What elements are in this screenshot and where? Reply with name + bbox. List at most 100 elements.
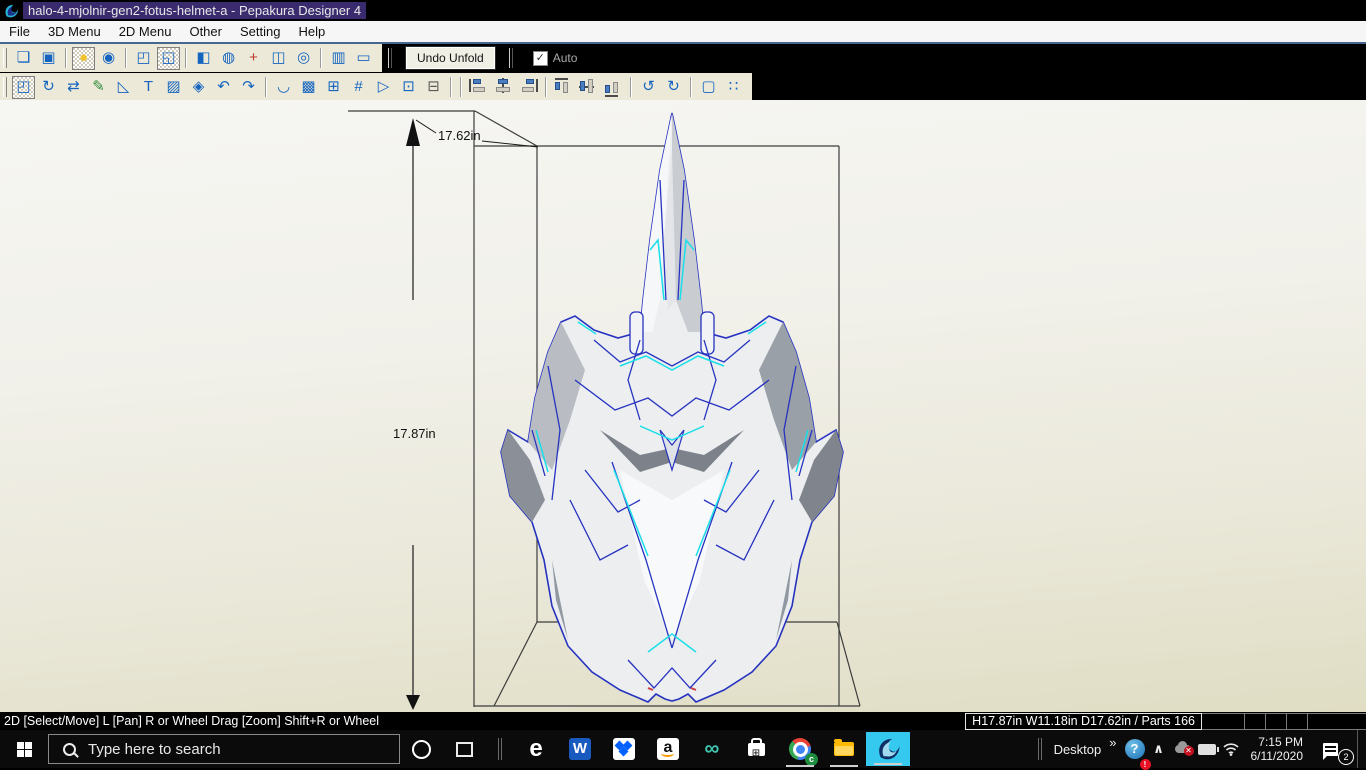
helmet-model[interactable]	[500, 112, 844, 703]
select-3d-icon[interactable]: ◰	[132, 47, 155, 70]
align-bottom-icon[interactable]	[602, 76, 625, 99]
taskbar-app-chrome[interactable]: c	[778, 730, 822, 768]
view-control-icon[interactable]: ◉	[97, 47, 120, 70]
status-cell	[1308, 712, 1366, 730]
start-button[interactable]	[0, 730, 48, 768]
paste-clipboard-icon[interactable]: ⊡	[397, 76, 420, 99]
arrange-parts-icon[interactable]: ⊞	[322, 76, 345, 99]
menu-setting[interactable]: Setting	[231, 22, 289, 41]
dropbox-icon	[613, 738, 635, 760]
depth-dimension-label: 17.62in	[438, 128, 481, 143]
select-pattern-icon[interactable]: ▩	[297, 76, 320, 99]
taskbar-grip	[498, 738, 502, 760]
align-center-vertical-icon[interactable]	[577, 76, 600, 99]
group-parts-icon[interactable]: ▢	[697, 76, 720, 99]
open-file-icon[interactable]: ❏	[12, 47, 35, 70]
align-top-icon[interactable]	[552, 76, 575, 99]
height-dimension-label: 17.87in	[393, 426, 436, 441]
desktop-toolbar[interactable]: Desktop »	[1054, 735, 1117, 757]
status-hint-text: 2D [Select/Move] L [Pan] R or Wheel Drag…	[4, 714, 380, 728]
light-render-toggle-icon[interactable]: ●	[72, 46, 95, 70]
page-number-icon[interactable]: #	[347, 76, 370, 99]
split-3d-2d-icon[interactable]: ◫	[267, 47, 290, 70]
menu-file[interactable]: File	[0, 22, 39, 41]
toolbar-separator	[265, 77, 267, 97]
desktop-toolbar-label[interactable]: Desktop	[1054, 742, 1102, 757]
image-tool-icon[interactable]: ▨	[162, 76, 185, 99]
window-title: halo-4-mjolnir-gen2-fotus-helmet-a - Pep…	[23, 2, 367, 19]
menu-help[interactable]: Help	[289, 22, 334, 41]
text-tool-icon[interactable]: T	[137, 76, 160, 99]
undo-unfold-button[interactable]: Undo Unfold	[405, 46, 496, 70]
taskbar-app-pepakura-active[interactable]	[866, 732, 910, 766]
action-center-button[interactable]: 2	[1313, 730, 1354, 768]
tray-grip	[1037, 738, 1042, 760]
menu-other[interactable]: Other	[180, 22, 231, 41]
menu-2d-menu[interactable]: 2D Menu	[110, 22, 181, 41]
show-desktop-button[interactable]	[1357, 730, 1366, 768]
export-page-icon[interactable]: ▷	[372, 76, 395, 99]
viewport-canvas[interactable]: 17.62in 17.87in	[0, 100, 1366, 712]
display-settings-icon[interactable]: ◎	[292, 47, 315, 70]
desktop-overflow-chevron-icon[interactable]: »	[1109, 735, 1116, 750]
align-left-icon[interactable]	[467, 76, 490, 99]
taskbar-search[interactable]	[48, 734, 400, 764]
taskbar-app-word[interactable]: W	[558, 730, 602, 768]
box-3d-icon[interactable]: ◈	[187, 76, 210, 99]
amazon-icon: a	[657, 738, 679, 760]
clock[interactable]: 7:15 PM 6/11/2020	[1251, 735, 1304, 763]
unfold-book-icon[interactable]: ◡	[272, 76, 295, 99]
texture-paint-icon[interactable]: ◧	[192, 47, 215, 70]
get-help-tray-button[interactable]: ? !	[1123, 730, 1151, 770]
help-icon: ?	[1124, 739, 1145, 759]
solid-view-icon[interactable]: ◍	[217, 47, 240, 70]
status-cell	[1287, 712, 1308, 730]
taskbar-app-store[interactable]: ⊞	[734, 730, 778, 768]
onedrive-tray-button[interactable]: ✕	[1171, 730, 1195, 768]
two-pane-layout-icon[interactable]: ▥	[327, 47, 350, 70]
align-center-horizontal-icon[interactable]	[492, 76, 515, 99]
taskbar-app-infinity[interactable]: ∞	[690, 730, 734, 768]
toolbar-separator	[450, 77, 452, 97]
join-divide-icon[interactable]: ⇄	[62, 76, 85, 99]
taskbar-app-explorer[interactable]	[822, 730, 866, 768]
toolbar-main-dark: Undo Unfold ✓ Auto	[382, 44, 1366, 72]
battery-tray-button[interactable]	[1195, 730, 1219, 768]
edit-line-icon[interactable]: ✎	[87, 76, 110, 99]
onedrive-error-badge: ✕	[1183, 746, 1194, 756]
search-input[interactable]	[86, 739, 370, 759]
select-move-2d-icon[interactable]: ◰	[12, 75, 35, 99]
rotate-right-icon[interactable]: ↻	[662, 76, 685, 99]
align-right-icon[interactable]	[517, 76, 540, 99]
undo-icon[interactable]: ↶	[212, 76, 235, 99]
rotate-part-icon[interactable]: ↻	[37, 76, 60, 99]
cortana-button[interactable]	[400, 730, 442, 768]
one-pane-layout-icon[interactable]: ▭	[352, 47, 375, 70]
auto-checkbox-box[interactable]: ✓	[532, 50, 548, 66]
word-icon: W	[569, 738, 591, 760]
redo-icon[interactable]: ↷	[237, 76, 260, 99]
print-icon[interactable]: ⊟	[422, 76, 445, 99]
battery-icon	[1197, 743, 1219, 755]
chevron-up-icon: ∧	[1153, 741, 1164, 756]
infinity-icon: ∞	[704, 737, 720, 760]
rotate-left-icon[interactable]: ↺	[637, 76, 660, 99]
taskbar-app-amazon[interactable]: a	[646, 730, 690, 768]
network-tray-button[interactable]	[1219, 730, 1243, 768]
taskbar-app-edge[interactable]: e	[514, 730, 558, 768]
toolbar-main-band: ❏ ▣ ● ◉ ◰ ◱ ◧ ◍ + ◫ ◎ ▥ ▭	[0, 44, 382, 72]
viewport-3d[interactable]: 17.62in 17.87in	[0, 100, 1366, 712]
select-face-3d-icon[interactable]: ◱	[157, 46, 180, 70]
task-view-button[interactable]	[442, 730, 486, 768]
hidden-icons-button[interactable]: ∧	[1147, 730, 1171, 768]
auto-checkbox[interactable]: ✓ Auto	[532, 50, 577, 66]
taskbar-app-dropbox[interactable]	[602, 730, 646, 768]
save-file-icon[interactable]: ▣	[37, 47, 60, 70]
windows-logo-icon	[16, 741, 32, 757]
menu-3d-menu[interactable]: 3D Menu	[39, 22, 110, 41]
erase-line-icon[interactable]: ◺	[112, 76, 135, 99]
model-dimensions-text: H17.87in W11.18in D17.62in / Parts 166	[965, 712, 1202, 730]
chrome-badge: c	[805, 753, 818, 766]
axis-icon[interactable]: +	[242, 47, 265, 70]
edit-points-icon[interactable]: ∷	[722, 76, 745, 99]
